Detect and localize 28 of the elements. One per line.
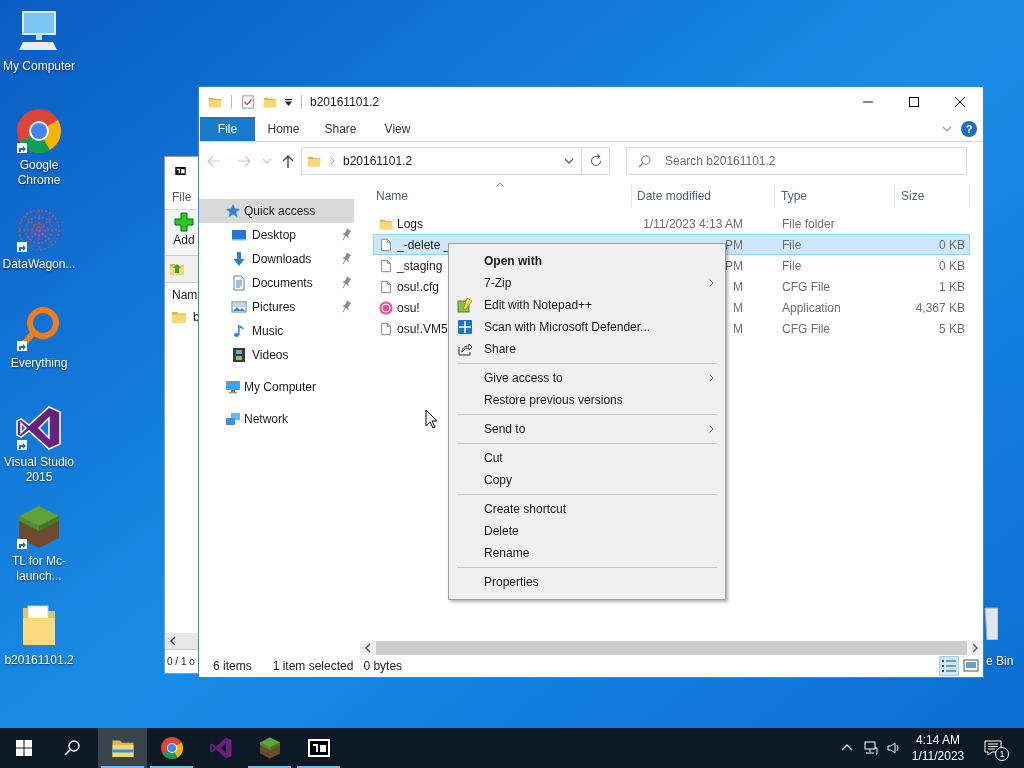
window-title: b20161101.2: [310, 94, 380, 111]
table-cell-text: 0 KB: [938, 257, 966, 275]
table-cell-text: 1 KB: [938, 278, 966, 296]
table-cell-text: File folder: [781, 215, 836, 233]
status-text: 6 items: [213, 658, 252, 675]
file-name: _staging: [397, 257, 443, 275]
status-text: 0 bytes: [363, 658, 403, 675]
table-cell-text: M: [732, 299, 744, 317]
status-text: 1 item selected: [272, 658, 354, 675]
table-cell-text: 0 KB: [938, 236, 966, 254]
file-name: osu!.VM5: [397, 320, 448, 338]
file-name: osu!.cfg: [397, 278, 440, 296]
table-cell-text: File: [781, 257, 803, 275]
table-cell-text: Application: [781, 299, 842, 317]
table-cell-text: 5 KB: [938, 320, 966, 338]
table-cell-text: 4,367 KB: [914, 299, 966, 317]
address-text: b20161101.2: [343, 153, 413, 170]
table-cell-text: PM: [724, 236, 744, 254]
table-cell-text: M: [732, 278, 744, 296]
table-cell-text: 1/11/2023 4:13 AM: [642, 215, 744, 233]
table-cell-text: File: [781, 236, 803, 254]
table-cell-text: CFG File: [781, 278, 831, 296]
table-cell-text: CFG File: [781, 320, 831, 338]
desktop-icon-label: e Bin: [986, 654, 1014, 669]
file-name: Logs: [397, 215, 424, 233]
file-name: osu!: [397, 299, 420, 317]
table-cell-text: PM: [724, 257, 744, 275]
notification-badge: 1: [995, 747, 1009, 761]
